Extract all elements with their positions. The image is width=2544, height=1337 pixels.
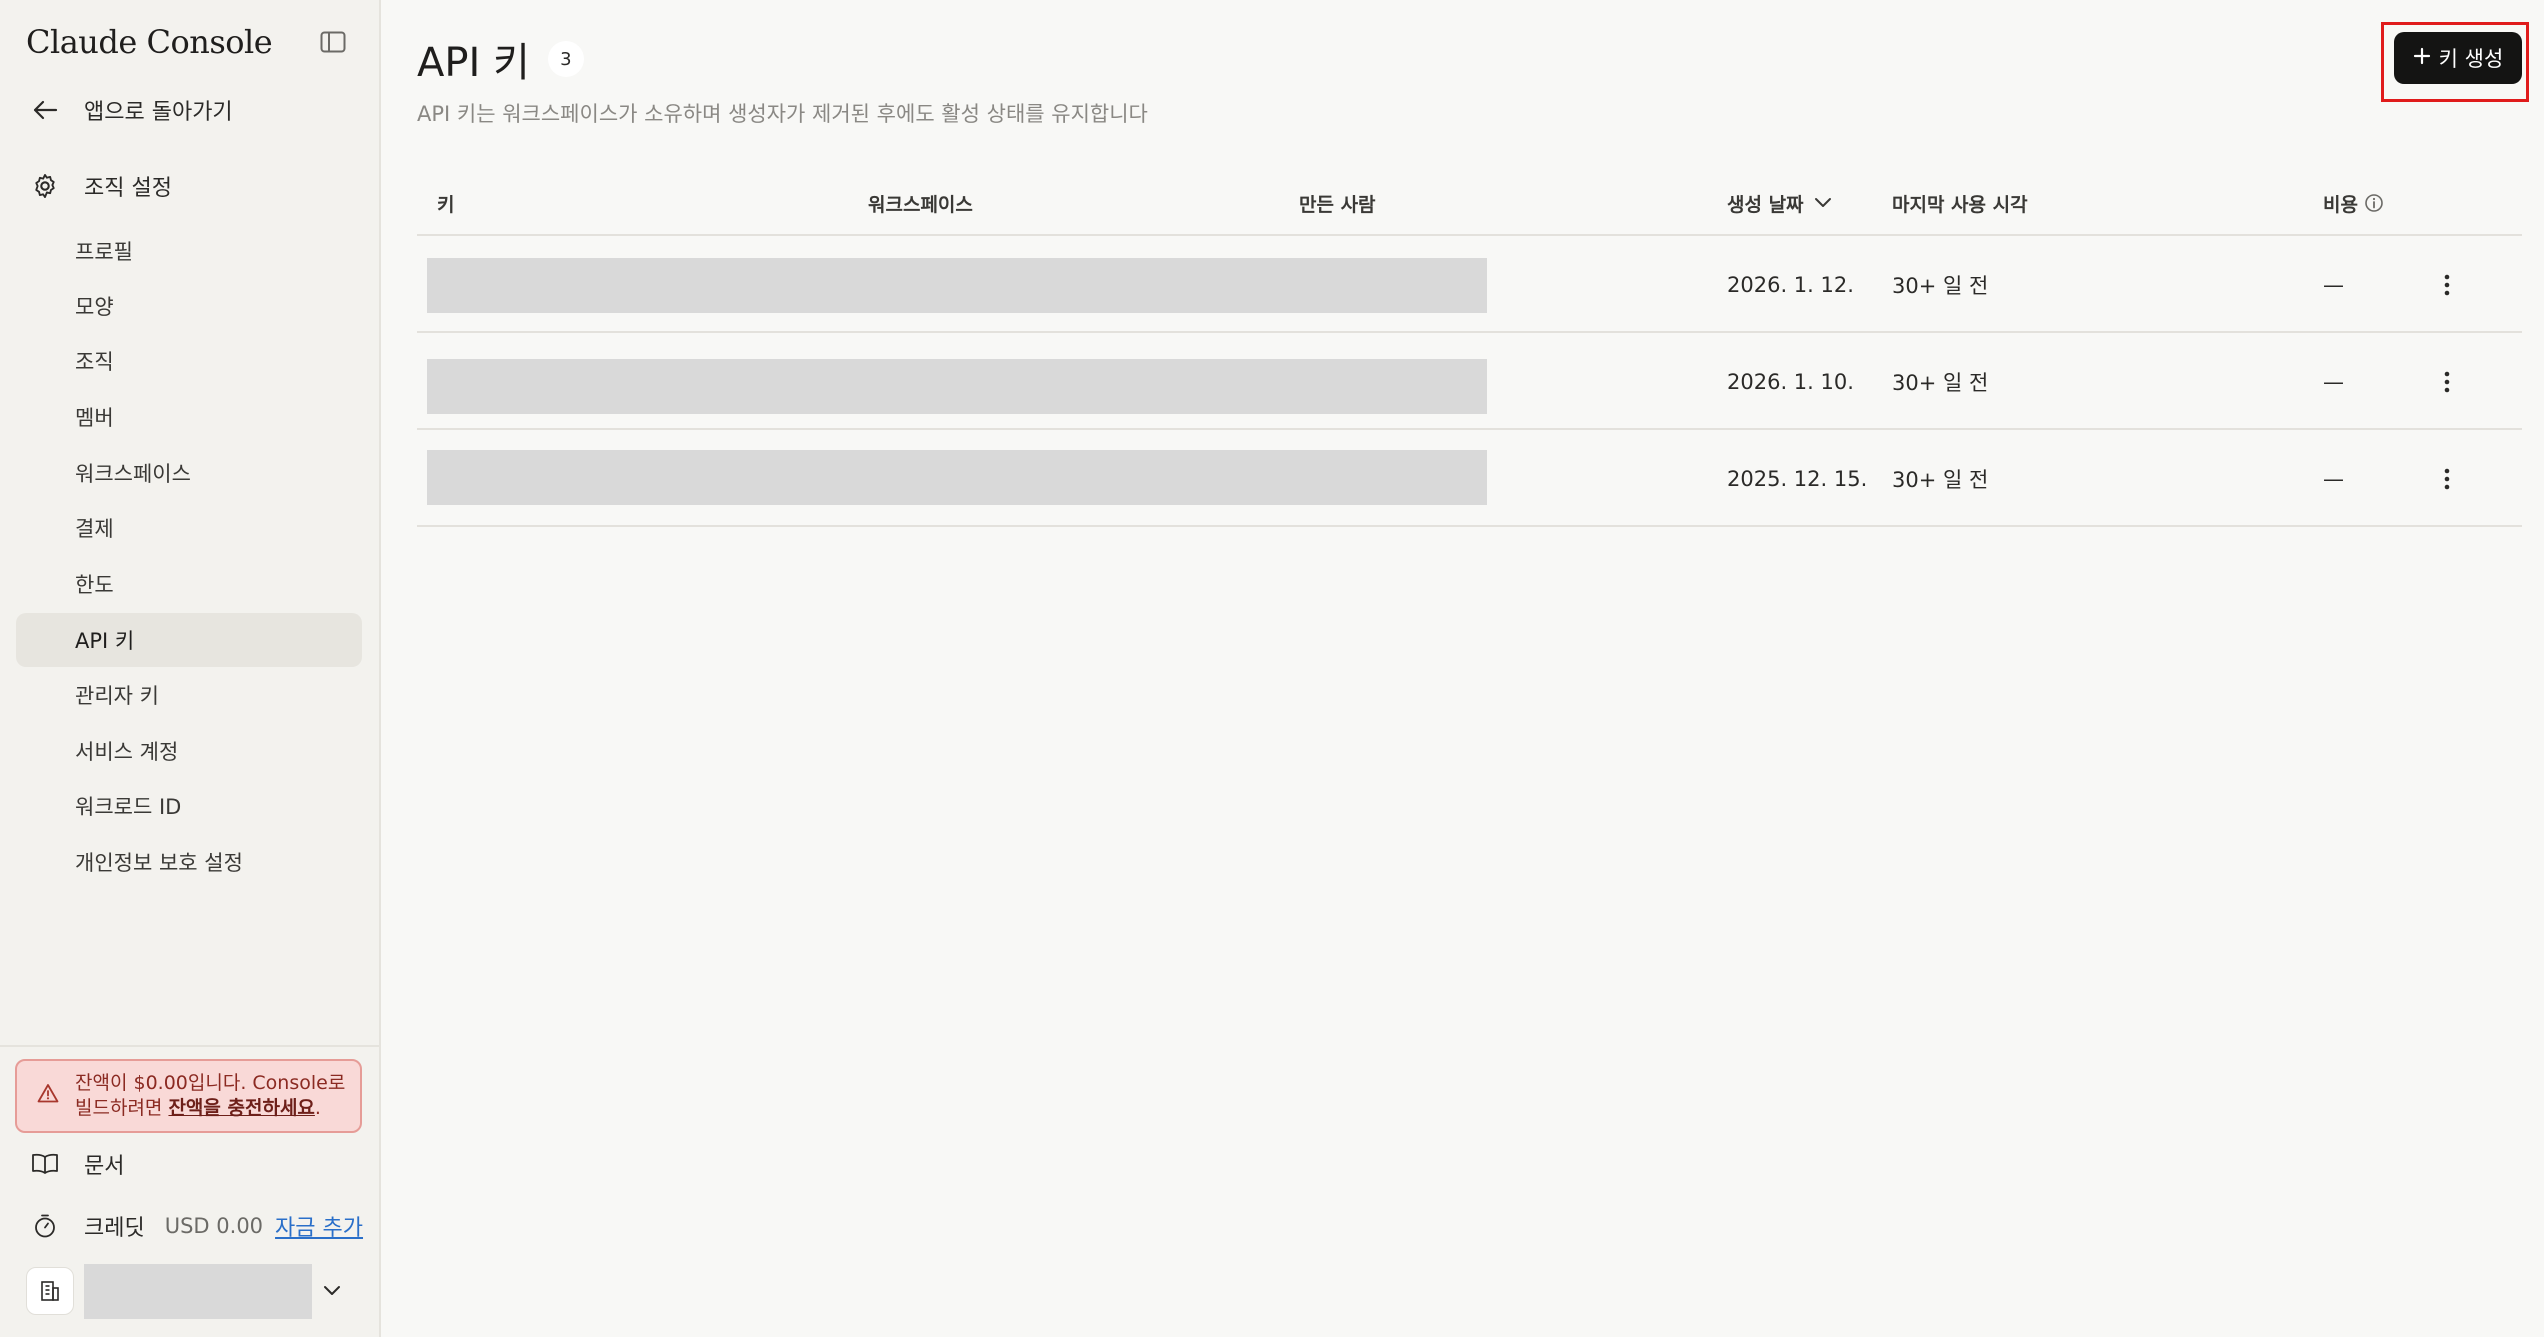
table-row: 2026. 1. 10. 30+ 일 전 — (417, 333, 2522, 430)
sidebar-divider (0, 1045, 379, 1047)
table-row: 2026. 1. 12. 30+ 일 전 — (417, 236, 2522, 333)
book-icon (28, 1147, 62, 1181)
created-date: 2025. 12. 15. (1727, 466, 1868, 491)
sidebar-item-organization[interactable]: 조직 (16, 334, 362, 388)
key-count-badge: 3 (547, 41, 584, 77)
sidebar-item-members[interactable]: 멤버 (16, 390, 362, 444)
chevron-down-icon (320, 1279, 344, 1303)
brand-row: Claude Console (26, 18, 353, 66)
sort-down-icon (1814, 197, 1832, 209)
column-header-created[interactable]: 생성 날짜 (1727, 170, 1832, 236)
top-up-balance-link[interactable]: 잔액을 충전하세요 (168, 1097, 314, 1119)
back-to-app-link[interactable]: 앱으로 돌아가기 (16, 84, 363, 136)
cost-value: — (2323, 272, 2344, 297)
redacted-key-info (427, 258, 1487, 313)
redacted-key-info (427, 450, 1487, 505)
cost-value: — (2323, 369, 2344, 394)
alert-line-2-prefix: 빌드하려면 (75, 1097, 169, 1119)
more-vertical-icon[interactable] (2427, 333, 2467, 430)
gear-icon (28, 169, 62, 203)
org-settings-label: 조직 설정 (84, 176, 172, 201)
sidebar-item-limits[interactable]: 한도 (16, 557, 362, 611)
brand-logo: Claude Console (26, 23, 273, 61)
column-header-creator: 만든 사람 (1299, 193, 1376, 216)
column-header-workspace: 워크스페이스 (868, 193, 973, 216)
main-content: API 키 3 API 키는 워크스페이스가 소유하며 생성자가 제거된 후에도… (381, 0, 2544, 1337)
page-subtitle: API 키는 워크스페이스가 소유하며 생성자가 제거된 후에도 활성 상태를 … (417, 102, 1148, 126)
credits-label: 크레딧 (84, 1216, 145, 1241)
org-switcher[interactable] (26, 1262, 344, 1320)
created-date: 2026. 1. 10. (1727, 369, 1854, 394)
alert-line-2: 빌드하려면 잔액을 충전하세요. (75, 1096, 345, 1121)
cost-value: — (2323, 466, 2344, 491)
column-header-cost: 비용 (2323, 170, 2384, 236)
last-used: 30+ 일 전 (1892, 273, 1989, 298)
column-header-created-label: 생성 날짜 (1727, 193, 1804, 216)
docs-label: 문서 (84, 1154, 125, 1179)
org-name-redacted (83, 1263, 313, 1319)
timer-icon (28, 1209, 62, 1243)
table-row: 2025. 12. 15. 30+ 일 전 — (417, 430, 2522, 527)
sidebar-item-service-accounts[interactable]: 서비스 계정 (16, 724, 362, 778)
org-settings-header: 조직 설정 (16, 160, 363, 212)
plus-icon (2413, 46, 2431, 70)
building-icon (26, 1267, 74, 1315)
credits-value: USD 0.00 (164, 1214, 264, 1238)
last-used: 30+ 일 전 (1892, 467, 1989, 492)
console-app: Claude Console 앱으로 돌아가기 조직 설정 프로필 모양 조직 … (0, 0, 2544, 1337)
page-title: API 키 3 (417, 30, 584, 88)
column-header-key: 키 (437, 193, 455, 216)
redacted-key-info (427, 359, 1487, 414)
add-funds-link[interactable]: 자금 추가 (275, 1210, 363, 1242)
column-header-cost-label: 비용 (2323, 193, 2358, 216)
create-key-button[interactable]: 키 생성 (2394, 32, 2522, 84)
table-header: 키 워크스페이스 만든 사람 생성 날짜 마지막 사용 시각 비용 (417, 170, 2522, 236)
arrow-left-icon (28, 93, 62, 127)
column-header-last-used: 마지막 사용 시각 (1892, 193, 2028, 216)
sidebar-item-billing[interactable]: 결제 (16, 501, 362, 555)
more-vertical-icon[interactable] (2427, 236, 2467, 333)
info-icon[interactable] (2364, 193, 2384, 213)
credits-row: 크레딧 USD 0.00 자금 추가 (16, 1200, 363, 1252)
sidebar-item-profile[interactable]: 프로필 (16, 224, 362, 278)
sidebar: Claude Console 앱으로 돌아가기 조직 설정 프로필 모양 조직 … (0, 0, 381, 1337)
docs-link[interactable]: 문서 (16, 1138, 363, 1190)
sidebar-toggle-icon[interactable] (313, 22, 353, 62)
create-key-label: 키 생성 (2438, 47, 2504, 71)
created-date: 2026. 1. 12. (1727, 272, 1854, 297)
back-to-app-label: 앱으로 돌아가기 (84, 100, 233, 125)
last-used: 30+ 일 전 (1892, 370, 1989, 395)
alert-line-2-suffix: . (314, 1097, 321, 1119)
sidebar-item-workload-id[interactable]: 워크로드 ID (16, 779, 362, 833)
page-title-text: API 키 (417, 40, 530, 86)
sidebar-item-admin-keys[interactable]: 관리자 키 (16, 668, 362, 722)
low-balance-alert: 잔액이 $0.00입니다. Console로 빌드하려면 잔액을 충전하세요. (15, 1059, 362, 1133)
sidebar-item-appearance[interactable]: 모양 (16, 279, 362, 333)
sidebar-item-privacy-settings[interactable]: 개인정보 보호 설정 (16, 835, 362, 889)
api-keys-table: 키 워크스페이스 만든 사람 생성 날짜 마지막 사용 시각 비용 2026. … (417, 170, 2522, 527)
sidebar-item-workspaces[interactable]: 워크스페이스 (16, 446, 362, 500)
alert-text: 잔액이 $0.00입니다. Console로 빌드하려면 잔액을 충전하세요. (75, 1071, 345, 1121)
sidebar-item-api-keys[interactable]: API 키 (16, 613, 362, 667)
warning-icon (37, 1083, 59, 1110)
more-vertical-icon[interactable] (2427, 430, 2467, 527)
alert-line-1: 잔액이 $0.00입니다. Console로 (75, 1072, 346, 1094)
